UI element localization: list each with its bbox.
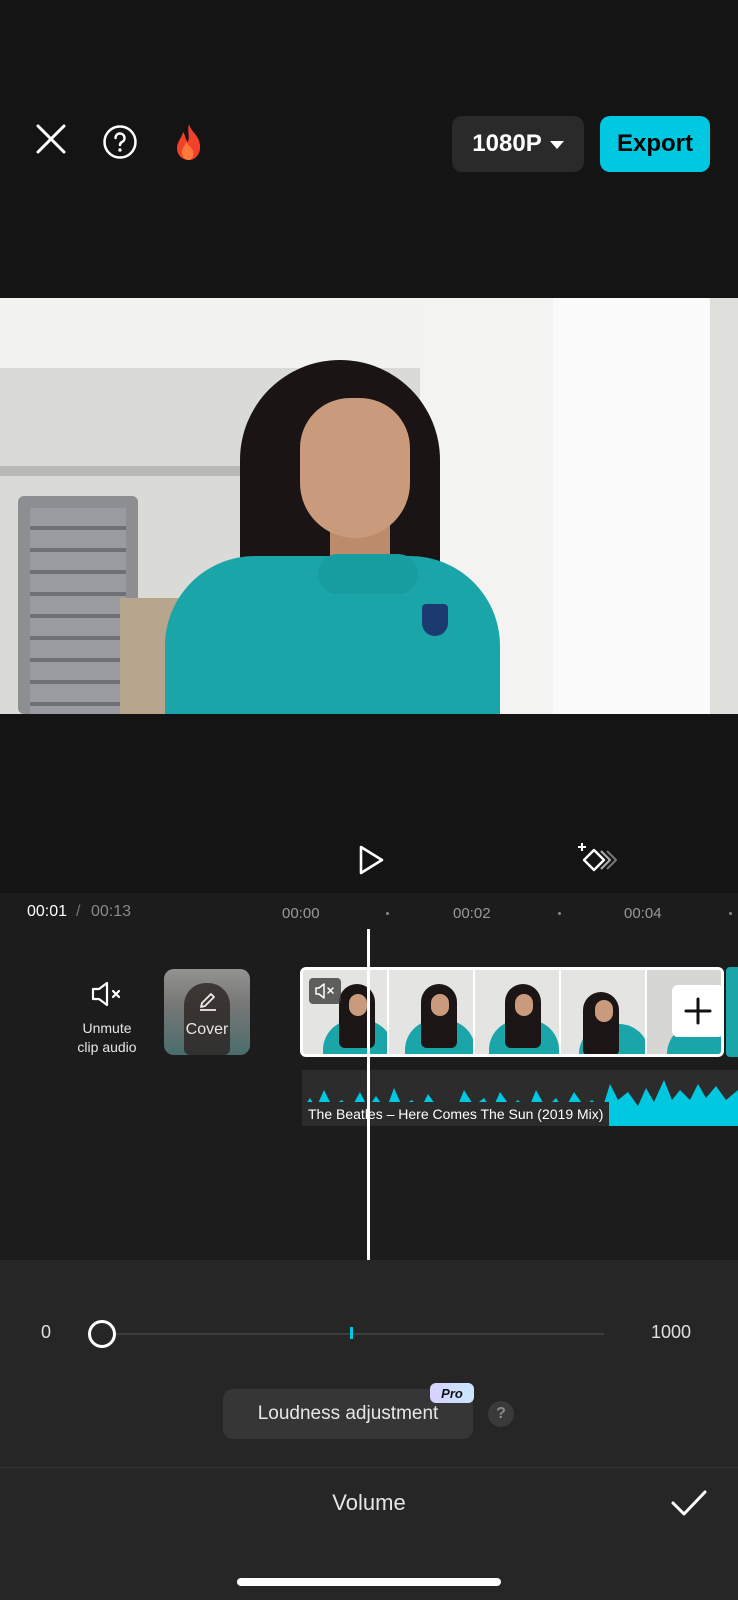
loudness-adjustment-label: Loudness adjustment [257, 1403, 439, 1424]
chevron-down-icon [549, 141, 564, 149]
home-indicator[interactable] [237, 1578, 501, 1586]
resolution-dropdown[interactable]: 1080P [452, 116, 584, 172]
speaker-muted-icon [315, 983, 334, 999]
video-clip-strip[interactable] [300, 967, 724, 1057]
close-icon [36, 124, 66, 154]
resolution-value: 1080P [472, 130, 542, 157]
ruler-tick: 00:02 [453, 905, 491, 922]
unmute-label-line2: clip audio [77, 1039, 137, 1055]
preview-person-face [300, 398, 410, 538]
current-time: 00:01 [27, 903, 68, 920]
next-clip-edge[interactable] [726, 967, 738, 1057]
unmute-label-line1: Unmute [82, 1020, 132, 1036]
edit-pencil-icon [200, 993, 216, 1011]
volume-min-label: 0 [41, 1322, 52, 1342]
clip-frame [475, 970, 561, 1054]
help-button[interactable] [100, 122, 140, 162]
unmute-clip-audio-button[interactable]: Unmute clip audio [62, 980, 152, 1060]
preview-stacked-chairs-detail [30, 508, 126, 714]
checkmark-icon [671, 1490, 707, 1516]
clip-frame [561, 970, 647, 1054]
frame-figure-face [515, 994, 533, 1016]
pro-badge: Pro [430, 1383, 474, 1403]
panel-title: Volume [332, 1490, 406, 1515]
playhead[interactable] [367, 929, 370, 1261]
cover-button[interactable]: Cover [164, 969, 250, 1055]
frame-figure-face [431, 994, 449, 1016]
audio-track-label: The Beatles – Here Comes The Sun (2019 M… [302, 1102, 610, 1126]
video-preview[interactable] [0, 298, 738, 714]
play-button[interactable] [354, 842, 388, 878]
frame-figure-face [595, 1000, 613, 1022]
plus-icon [684, 997, 712, 1025]
ruler-dot [558, 912, 561, 915]
loudness-help-icon[interactable]: ? [488, 1401, 514, 1427]
panel-divider [0, 1467, 738, 1468]
clip-muted-badge [309, 978, 341, 1004]
cover-label: Cover [185, 1021, 229, 1038]
ruler-dot [729, 912, 732, 915]
time-separator: / [76, 903, 81, 920]
ruler-dot [386, 912, 389, 915]
volume-default-marker [350, 1327, 353, 1339]
trending-button[interactable] [168, 120, 210, 164]
keyframe-button[interactable] [578, 842, 618, 878]
preview-wall-far [553, 298, 713, 714]
total-time: 00:13 [91, 903, 132, 920]
keyframe-icon [578, 843, 617, 872]
play-icon [359, 845, 384, 875]
clip-frame [389, 970, 475, 1054]
ruler-tick: 00:00 [282, 905, 320, 922]
confirm-button[interactable] [670, 1486, 708, 1520]
preview-wall-edge [710, 298, 738, 714]
volume-slider-track[interactable] [102, 1333, 604, 1335]
preview-table [0, 466, 280, 476]
fire-icon [177, 124, 201, 160]
speaker-muted-icon [91, 981, 121, 1007]
export-button[interactable]: Export [600, 116, 710, 172]
preview-person-collar [318, 554, 418, 594]
frame-figure-face [349, 994, 367, 1016]
add-clip-button[interactable] [672, 985, 724, 1037]
ruler-tick: 00:04 [624, 905, 662, 922]
close-button[interactable] [30, 118, 72, 160]
help-icon [103, 125, 137, 159]
preview-shirt-logo [422, 604, 448, 636]
volume-slider-thumb[interactable] [88, 1320, 116, 1348]
volume-max-label: 1000 [651, 1322, 692, 1342]
